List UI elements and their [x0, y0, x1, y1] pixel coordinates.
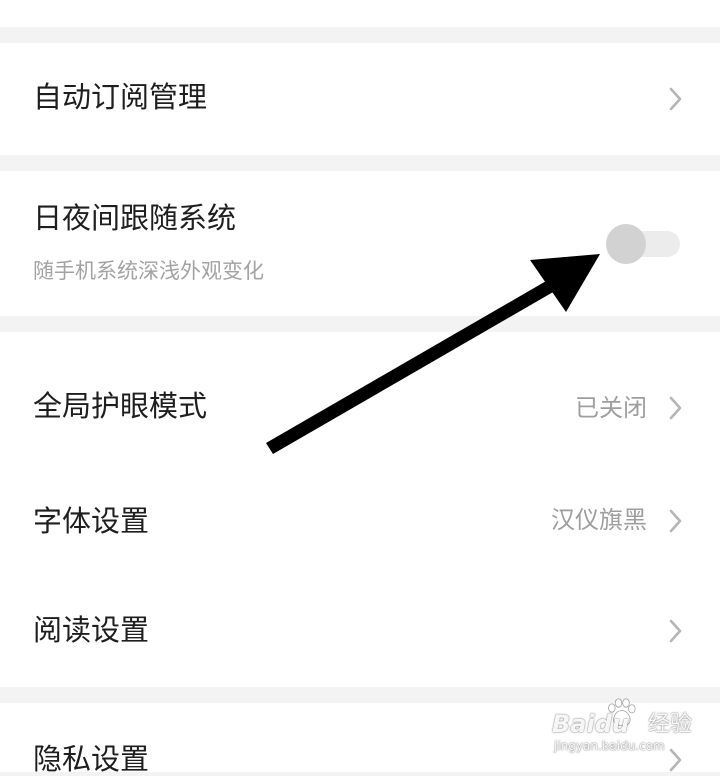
- font-label: 字体设置: [33, 504, 150, 538]
- auto-subscribe-label: 自动订阅管理: [33, 80, 208, 114]
- chevron-right-icon: [669, 396, 682, 420]
- day-night-label: 日夜间跟随系统: [33, 201, 237, 235]
- chevron-right-icon: [669, 87, 682, 111]
- chevron-right-icon: [669, 619, 682, 643]
- chevron-right-icon: [669, 509, 682, 533]
- day-night-sublabel: 随手机系统深浅外观变化: [33, 259, 264, 283]
- settings-group-subscribe: 自动订阅管理: [0, 43, 720, 155]
- eye-protection-label: 全局护眼模式: [33, 389, 208, 423]
- privacy-label: 隐私设置: [33, 742, 150, 776]
- eye-protection-value: 已关闭: [575, 394, 647, 422]
- settings-group-display: 全局护眼模式 已关闭 字体设置 汉仪旗黑 阅读设置: [0, 332, 720, 687]
- chevron-right-icon: [669, 748, 682, 772]
- reading-row[interactable]: 阅读设置: [0, 575, 720, 687]
- toggle-knob: [606, 224, 646, 264]
- settings-group-privacy: 隐私设置: [0, 703, 720, 776]
- auto-subscribe-row[interactable]: 自动订阅管理: [0, 43, 720, 155]
- eye-protection-row[interactable]: 全局护眼模式 已关闭: [0, 350, 720, 465]
- privacy-row[interactable]: 隐私设置: [0, 703, 720, 776]
- font-row[interactable]: 字体设置 汉仪旗黑: [0, 465, 720, 575]
- day-night-toggle[interactable]: [606, 224, 682, 264]
- reading-label: 阅读设置: [33, 613, 150, 647]
- font-value: 汉仪旗黑: [551, 506, 647, 534]
- top-card-edge: [0, 0, 720, 27]
